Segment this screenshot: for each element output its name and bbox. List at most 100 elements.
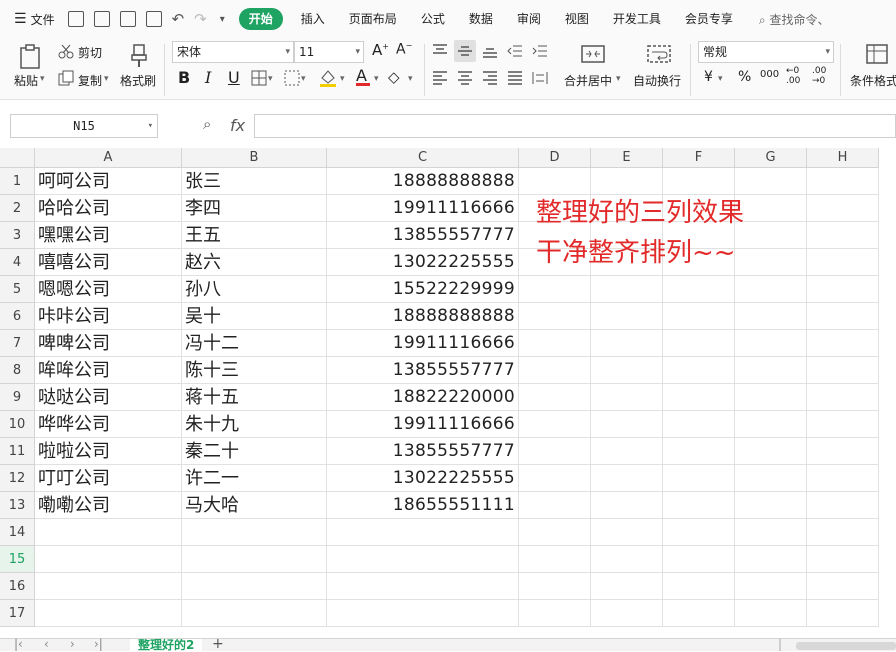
table-cell[interactable]: 赵六 — [182, 249, 327, 276]
distributed-align-icon[interactable] — [530, 68, 550, 88]
table-cell[interactable] — [591, 573, 663, 600]
ribbon-tab[interactable]: 会员专享 — [673, 0, 745, 38]
table-cell[interactable] — [735, 276, 807, 303]
table-cell[interactable]: 嘿嘿公司 — [35, 222, 182, 249]
fx-button[interactable]: fx — [230, 116, 245, 135]
table-cell[interactable] — [735, 384, 807, 411]
table-cell[interactable] — [519, 546, 591, 573]
table-cell[interactable] — [807, 411, 879, 438]
align-center-icon[interactable] — [455, 68, 475, 88]
cut-button[interactable]: 剪切 — [78, 44, 102, 61]
ribbon-tab[interactable]: 审阅 — [505, 0, 553, 38]
table-cell[interactable] — [591, 384, 663, 411]
table-cell[interactable] — [591, 303, 663, 330]
table-cell[interactable] — [182, 519, 327, 546]
table-cell[interactable]: 啤啤公司 — [35, 330, 182, 357]
font-color-icon[interactable]: A — [356, 66, 370, 86]
table-cell[interactable] — [807, 573, 879, 600]
table-cell[interactable] — [735, 222, 807, 249]
table-cell[interactable]: 18822220000 — [327, 384, 519, 411]
table-cell[interactable]: 秦二十 — [182, 438, 327, 465]
table-cell[interactable]: 13022225555 — [327, 465, 519, 492]
table-cell[interactable] — [519, 600, 591, 627]
column-header[interactable]: H — [807, 148, 879, 168]
table-cell[interactable]: 13855557777 — [327, 357, 519, 384]
table-cell[interactable]: 许二一 — [182, 465, 327, 492]
decrease-indent-icon[interactable] — [505, 41, 525, 61]
table-cell[interactable]: 18888888888 — [327, 303, 519, 330]
table-cell[interactable] — [735, 357, 807, 384]
ribbon-tab[interactable]: 数据 — [457, 0, 505, 38]
table-cell[interactable] — [327, 519, 519, 546]
table-cell[interactable] — [591, 276, 663, 303]
table-cell[interactable]: 13855557777 — [327, 438, 519, 465]
increase-decimal-icon[interactable]: ←0.00 — [786, 66, 800, 86]
table-cell[interactable] — [735, 600, 807, 627]
redo-icon[interactable]: ↷ — [194, 10, 207, 28]
table-cell[interactable]: 蒋十五 — [182, 384, 327, 411]
table-cell[interactable]: 嗯嗯公司 — [35, 276, 182, 303]
table-cell[interactable] — [807, 465, 879, 492]
table-cell[interactable] — [591, 330, 663, 357]
table-cell[interactable] — [182, 600, 327, 627]
add-sheet-button[interactable]: + — [212, 636, 224, 652]
formula-input[interactable] — [254, 114, 896, 138]
table-cell[interactable] — [591, 519, 663, 546]
number-format-select[interactable]: 常规 ▾ — [698, 41, 834, 63]
column-header[interactable]: C — [327, 148, 519, 168]
row-header[interactable]: 5 — [0, 276, 35, 303]
table-cell[interactable]: 啦啦公司 — [35, 438, 182, 465]
print-icon[interactable] — [119, 11, 136, 27]
table-cell[interactable] — [807, 600, 879, 627]
ribbon-tab[interactable]: 开始 — [238, 8, 283, 30]
currency-dropdown-icon[interactable]: ▾ — [718, 74, 723, 84]
table-cell[interactable] — [35, 600, 182, 627]
table-cell[interactable] — [735, 168, 807, 195]
table-cell[interactable]: 冯十二 — [182, 330, 327, 357]
ribbon-tab[interactable]: 插入 — [289, 0, 337, 38]
table-cell[interactable] — [519, 357, 591, 384]
table-cell[interactable] — [807, 492, 879, 519]
table-cell[interactable]: 张三 — [182, 168, 327, 195]
table-cell[interactable]: 马大哈 — [182, 492, 327, 519]
table-cell[interactable] — [591, 168, 663, 195]
table-cell[interactable]: 呵呵公司 — [35, 168, 182, 195]
table-cell[interactable] — [327, 573, 519, 600]
next-sheet-icon[interactable]: › — [70, 637, 75, 651]
table-cell[interactable] — [735, 411, 807, 438]
table-cell[interactable] — [807, 357, 879, 384]
ribbon-tab[interactable]: 开发工具 — [601, 0, 673, 38]
copy-dropdown-icon[interactable]: ▾ — [104, 74, 109, 84]
conditional-format-button[interactable]: 条件格式 — [850, 72, 896, 89]
table-cell[interactable] — [327, 546, 519, 573]
table-cell[interactable] — [735, 330, 807, 357]
table-cell[interactable]: 哞哞公司 — [35, 357, 182, 384]
row-header[interactable]: 3 — [0, 222, 35, 249]
decrease-decimal-icon[interactable]: .00 →0 — [812, 66, 826, 86]
table-cell[interactable]: 19911116666 — [327, 195, 519, 222]
merge-center-button[interactable]: 合并居中 — [564, 72, 612, 89]
wrap-text-icon[interactable] — [646, 42, 672, 66]
table-cell[interactable] — [735, 249, 807, 276]
table-cell[interactable]: 王五 — [182, 222, 327, 249]
table-cell[interactable]: 哗哗公司 — [35, 411, 182, 438]
table-cell[interactable] — [807, 195, 879, 222]
table-cell[interactable] — [519, 303, 591, 330]
table-cell[interactable] — [591, 465, 663, 492]
percent-icon[interactable]: % — [738, 69, 751, 85]
justify-icon[interactable] — [505, 68, 525, 88]
horizontal-scrollbar[interactable] — [796, 642, 896, 650]
table-cell[interactable] — [663, 357, 735, 384]
table-cell[interactable] — [663, 384, 735, 411]
table-cell[interactable]: 18655551111 — [327, 492, 519, 519]
table-cell[interactable] — [591, 492, 663, 519]
prev-sheet-icon[interactable]: ‹ — [44, 637, 49, 651]
fill-color-icon[interactable] — [318, 68, 338, 88]
customize-toolbar-icon[interactable]: ▾ — [220, 14, 225, 25]
format-painter-icon[interactable] — [128, 43, 150, 69]
row-header[interactable]: 2 — [0, 195, 35, 222]
zoom-icon[interactable]: ⌕ — [203, 115, 211, 133]
row-header[interactable]: 14 — [0, 519, 35, 546]
table-cell[interactable] — [735, 573, 807, 600]
column-header[interactable]: F — [663, 148, 735, 168]
